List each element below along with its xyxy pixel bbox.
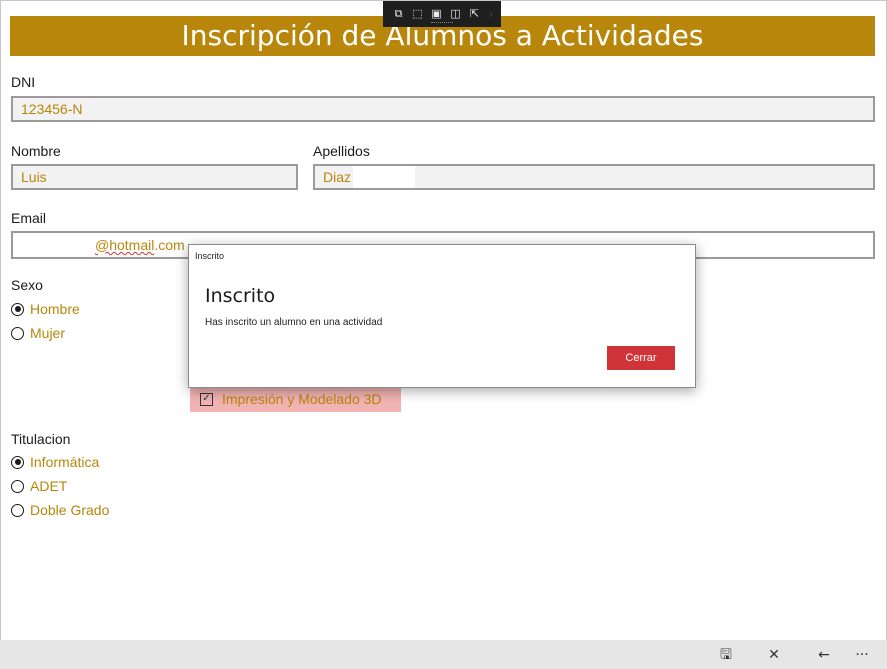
dni-field[interactable]: 123456-N [11, 96, 875, 122]
live-visual-tree-icon[interactable]: ⧉ [392, 8, 405, 21]
chevron-right-icon[interactable]: › [487, 8, 495, 21]
radio-adet[interactable]: ADET [11, 478, 67, 494]
radio-mujer-label: Mujer [30, 325, 66, 341]
dialog-title: Inscrito [205, 285, 276, 307]
radio-unselected-icon [11, 479, 24, 493]
radio-unselected-icon [11, 326, 24, 340]
radio-informatica[interactable]: Informática [11, 454, 99, 470]
inscrito-dialog: Inscrito Inscrito Has inscrito un alumno… [188, 244, 696, 388]
apellidos-value: Diaz [323, 169, 352, 185]
radio-unselected-icon [11, 503, 24, 517]
radio-adet-label: ADET [30, 478, 68, 494]
radio-selected-icon [11, 455, 24, 469]
radio-doble-grado-label: Doble Grado [30, 502, 110, 518]
activity-checkbox[interactable]: ✓ Impresión y Modelado 3D [190, 386, 401, 412]
radio-mujer[interactable]: Mujer [11, 325, 65, 341]
more-icon[interactable]: ··· [852, 645, 872, 665]
email-domain: @hotmail [95, 237, 155, 253]
radio-doble-grado[interactable]: Doble Grado [11, 502, 109, 518]
hot-reload-icon[interactable]: ⇱ [468, 8, 481, 21]
dialog-message: Has inscrito un alumno en una actividad [205, 317, 383, 328]
activity-label: Impresión y Modelado 3D [222, 391, 382, 407]
save-icon[interactable]: 🖫 [716, 645, 736, 665]
redacted-area [353, 166, 415, 188]
radio-hombre[interactable]: Hombre [11, 301, 80, 317]
close-icon[interactable]: ✕ [764, 645, 784, 665]
dni-label: DNI [11, 74, 36, 90]
email-label: Email [11, 210, 47, 226]
nombre-field[interactable]: Luis [11, 164, 298, 190]
back-arrow-icon[interactable]: ← [814, 645, 834, 665]
bottom-app-bar: 🖫 ✕ ← ··· [0, 640, 887, 669]
select-element-icon[interactable]: ⬚ [411, 8, 424, 21]
radio-hombre-label: Hombre [30, 301, 80, 317]
track-focused-element-icon[interactable]: ◫ [449, 8, 462, 21]
email-tld: .com [154, 237, 185, 253]
dialog-caption: Inscrito [195, 251, 225, 261]
toolbar-grip[interactable] [431, 22, 453, 25]
titulacion-label: Titulacion [11, 431, 71, 447]
display-layout-adorners-icon[interactable]: ▣ [430, 8, 443, 21]
xaml-debug-toolbar[interactable]: ⧉ ⬚ ▣ ◫ ⇱ › [383, 1, 501, 27]
checkbox-checked-icon: ✓ [200, 392, 213, 406]
apellidos-label: Apellidos [313, 143, 370, 159]
nombre-label: Nombre [11, 143, 61, 159]
radio-informatica-label: Informática [30, 454, 100, 470]
sexo-label: Sexo [11, 277, 43, 293]
radio-selected-icon [11, 302, 24, 316]
cerrar-button[interactable]: Cerrar [607, 346, 675, 370]
